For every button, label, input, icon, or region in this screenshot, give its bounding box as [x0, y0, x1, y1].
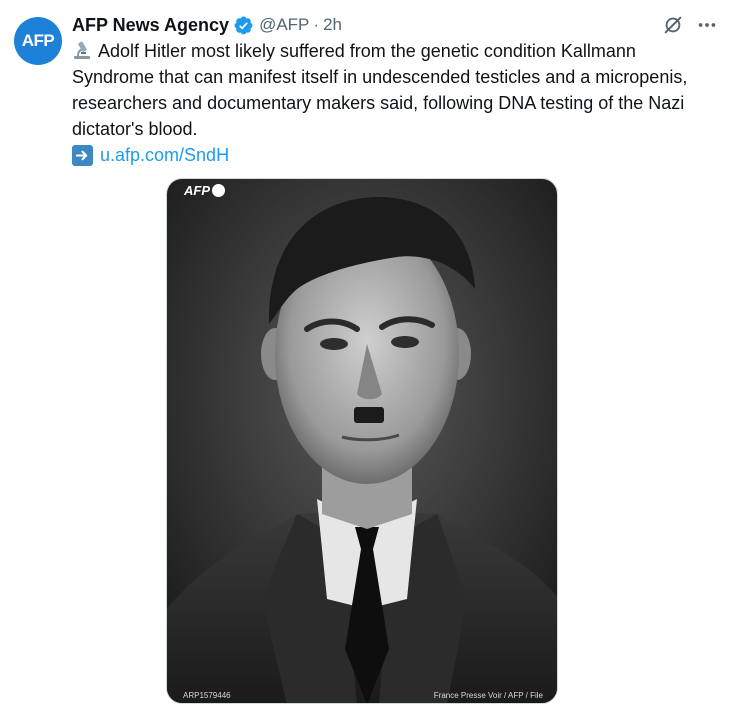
photo-id: ARP1579446	[183, 691, 231, 700]
afp-watermark-text: AFP	[184, 183, 210, 198]
portrait-photo	[167, 179, 557, 703]
link-row: u.afp.com/SndH	[72, 142, 717, 168]
tweet-body: Adolf Hitler most likely suffered from t…	[72, 38, 717, 142]
tweet-header: AFP News Agency @AFP · 2h	[72, 13, 342, 37]
right-arrow-emoji-icon	[72, 144, 93, 166]
timestamp[interactable]: 2h	[323, 15, 342, 35]
microscope-emoji-icon	[74, 41, 90, 59]
grok-icon[interactable]	[662, 14, 684, 36]
handle[interactable]: @AFP	[259, 15, 309, 35]
afp-watermark-dot-icon	[212, 184, 225, 197]
afp-watermark: AFP	[184, 183, 225, 198]
photo-credit: France Presse Voir / AFP / File	[433, 691, 543, 700]
tweet-text: Adolf Hitler most likely suffered from t…	[72, 38, 717, 168]
avatar[interactable]: AFP	[14, 17, 62, 65]
display-name[interactable]: AFP News Agency	[72, 15, 229, 36]
avatar-logo-text: AFP	[21, 31, 55, 50]
verified-badge-icon[interactable]	[233, 15, 254, 36]
tweet-body-text: Adolf Hitler most likely suffered from t…	[72, 41, 688, 139]
tweet-link[interactable]: u.afp.com/SndH	[100, 142, 229, 168]
tweet-card: AFP AFP News Agency @AFP · 2h Adolf Hitl…	[0, 0, 729, 712]
media-photo[interactable]: AFP ARP1579446 France Presse Voir / AFP …	[166, 178, 558, 704]
more-options-icon[interactable]	[696, 14, 718, 36]
separator-dot: ·	[313, 15, 320, 34]
